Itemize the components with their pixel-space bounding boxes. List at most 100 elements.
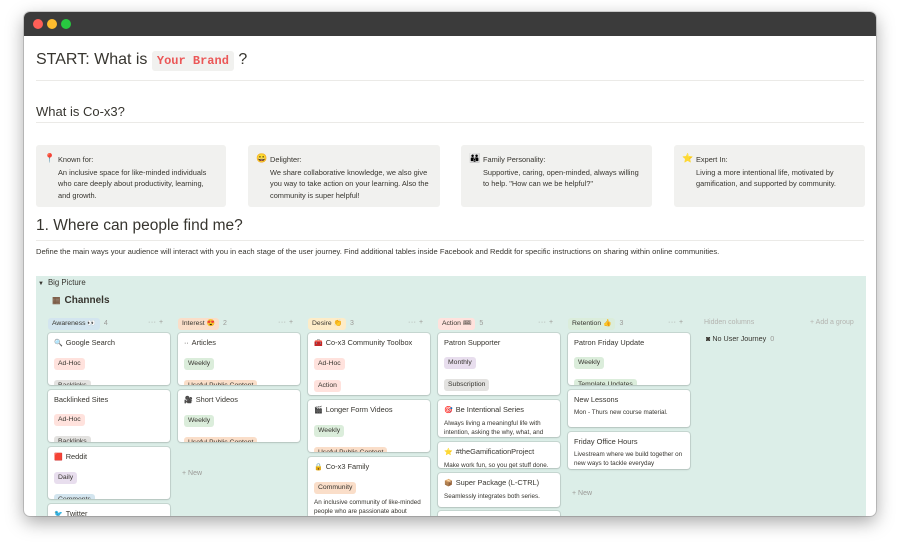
card-title: 🎬 Longer Form Videos [314, 405, 424, 416]
column-count: 2 [223, 320, 227, 327]
what-heading: What is Co-x3? [36, 104, 125, 119]
board-card[interactable]: ⭐ #theGamificationProject Make work fun, s… [438, 442, 560, 468]
column-header[interactable]: Retention 👍 3 ··· + [568, 318, 690, 332]
callout-text: Living a more intentional life, motivate… [696, 167, 836, 189]
callout-text: An inclusive space for like-minded indiv… [58, 167, 207, 200]
column-header[interactable]: Desire 👏 3 ··· + [308, 318, 430, 332]
card-tag-row: Daily [54, 466, 164, 486]
card-tag: Community [314, 482, 357, 494]
card-tag-row: Subscription [444, 373, 554, 393]
new-card-button[interactable]: + New [182, 470, 202, 477]
board-card[interactable]: 🐦TwitterDaily [48, 504, 170, 516]
card-title-text: Backlinked Sites [54, 395, 109, 404]
card-icon: 🟥 [54, 454, 63, 461]
board-card[interactable]: 🧰Co-x3 Community ToolboxAd-HocActionHigh… [308, 333, 430, 395]
board-card[interactable]: ··ArticlesWeeklyUseful Public ContentYou… [178, 333, 300, 385]
big-picture-toggle[interactable]: ▼ Big Picture [38, 278, 86, 287]
board-card[interactable]: Patron Friday Update Weekly Template Updat… [568, 333, 690, 385]
card-tag: Ad-Hoc [314, 358, 345, 370]
card-title: 🧰 Co-x3 Community Toolbox [314, 338, 424, 349]
callout-delighter: 😀 Delighter: We share collaborative know… [248, 145, 440, 207]
card-tag-row: Template Updates [574, 373, 684, 385]
board-card[interactable]: 🔍Google SearchAd-HocBacklinksWell-writte… [48, 333, 170, 385]
column-options-icon[interactable]: ··· + [148, 319, 164, 326]
column-header[interactable]: Action 🎟 5 ··· + [438, 318, 560, 332]
column-count: 3 [350, 320, 354, 327]
callout-family-personality: 👪 Family Personality: Supportive, caring… [461, 145, 652, 207]
pin-icon: 📍 [44, 153, 56, 163]
app-window: START: What is Your Brand ? What is Co-x… [24, 12, 876, 516]
board-card[interactable]: 🔒 Co-x3 Family Community An inclusive commu… [308, 457, 430, 516]
minimize-window-button[interactable] [47, 19, 57, 29]
card-icon: 📦 [444, 480, 453, 487]
maximize-window-button[interactable] [61, 19, 71, 29]
new-card-button[interactable]: + New [572, 490, 592, 497]
card-description: Always living a meaningful life with int… [444, 420, 544, 436]
add-group-button[interactable]: + Add a group [810, 319, 854, 326]
card-tag-row: Monthly [444, 351, 554, 371]
star-icon: ⭐ [682, 153, 694, 163]
card-title: 🔍 Google Search [54, 338, 164, 349]
channels-title-text: Channels [64, 295, 110, 306]
card-title-text: Twitter [65, 509, 88, 516]
card-description: Livestream where we build together on ne… [574, 451, 683, 467]
board-card[interactable]: 🎯 Be Intentional Series Always living a me… [438, 400, 560, 437]
column-options-icon[interactable]: ··· + [278, 319, 294, 326]
triangle-down-icon: ▼ [38, 281, 44, 287]
smile-icon: 😀 [256, 153, 268, 163]
column-header[interactable]: Interest 😍 2 ··· + [178, 318, 300, 332]
card-tag: Ad-Hoc [54, 358, 85, 370]
card-tag: Weekly [314, 425, 345, 437]
card-tag: Useful Public Content [314, 447, 388, 452]
card-tag: Subscription [444, 379, 490, 391]
column-options-icon[interactable]: ··· + [668, 319, 684, 326]
card-title: Backlinked Sites [54, 395, 164, 405]
card-tag-row: Weekly [184, 409, 294, 429]
card-tag: Daily [54, 472, 78, 484]
card-tag: Backlinks [54, 436, 91, 442]
card-description: An inclusive community of like-minded pe… [314, 499, 421, 515]
card-icon: 🎬 [314, 407, 323, 414]
close-window-button[interactable] [33, 19, 43, 29]
card-title-text: New Lessons [574, 395, 619, 404]
card-title-text: Be Intentional Series [455, 405, 524, 414]
column-label: Awareness 👀 [48, 318, 100, 330]
no-user-journey-group[interactable]: ◙ No User Journey 0 [706, 334, 826, 348]
card-tag: Useful Public Content [184, 437, 258, 442]
column-options-icon[interactable]: ··· + [408, 319, 424, 326]
board-card[interactable]: 🟥RedditDailyCommentsPostsLong-form shari… [48, 447, 170, 499]
card-tag-row: Ad-Hoc [314, 352, 424, 372]
board-card[interactable]: New Lessons Mon - Thurs new course materi… [568, 390, 690, 427]
board-card[interactable]: Friday Office Hours Livestream where we b… [568, 432, 690, 469]
column-label: Desire 👏 [308, 318, 346, 330]
divider [36, 122, 864, 123]
window-titlebar [24, 12, 876, 36]
column-count: 4 [103, 320, 108, 327]
card-title: ⭐ #theGamificationProject [444, 447, 554, 458]
channels-title[interactable]: ▦ Channels [52, 295, 110, 306]
board-card[interactable]: 🎓Courses [438, 511, 560, 516]
page-content: START: What is Your Brand ? What is Co-x… [24, 36, 876, 516]
card-title: New Lessons [574, 395, 684, 405]
column-label: Action 🎟 [438, 318, 476, 330]
card-tag: Backlinks [54, 380, 91, 385]
board-card[interactable]: 📦 Super Package (L-CTRL) Seamlessly integr… [438, 473, 560, 507]
board-card[interactable]: 🎥Short Videos Weekly Useful Public Content… [178, 390, 300, 442]
card-tag: Weekly [184, 358, 215, 370]
column-label: Interest 😍 [178, 318, 220, 330]
board-card[interactable]: Backlinked SitesAd-HocBacklinksOther cre… [48, 390, 170, 442]
card-tag: Weekly [574, 357, 605, 369]
callout-text: We share collaborative knowledge, we als… [270, 167, 429, 200]
card-title: ·· Articles [184, 338, 294, 349]
card-title-text: Longer Form Videos [325, 405, 393, 414]
callout-title: Expert In: [696, 155, 728, 164]
card-title-text: Short Videos [195, 395, 238, 404]
column-header[interactable]: Awareness 👀 4 ··· + [48, 318, 170, 332]
card-icon: 🎥 [184, 397, 193, 404]
card-title-text: Co-x3 Community Toolbox [325, 338, 413, 347]
card-title: 🔒 Co-x3 Family [314, 462, 424, 473]
hidden-columns-label: Hidden columns [704, 319, 755, 326]
column-options-icon[interactable]: ··· + [538, 319, 554, 326]
board-card[interactable]: 🎬Longer Form Videos Weekly Useful Public C… [308, 400, 430, 452]
board-card[interactable]: Patron SupporterMonthlySubscriptionPremi… [438, 333, 560, 395]
